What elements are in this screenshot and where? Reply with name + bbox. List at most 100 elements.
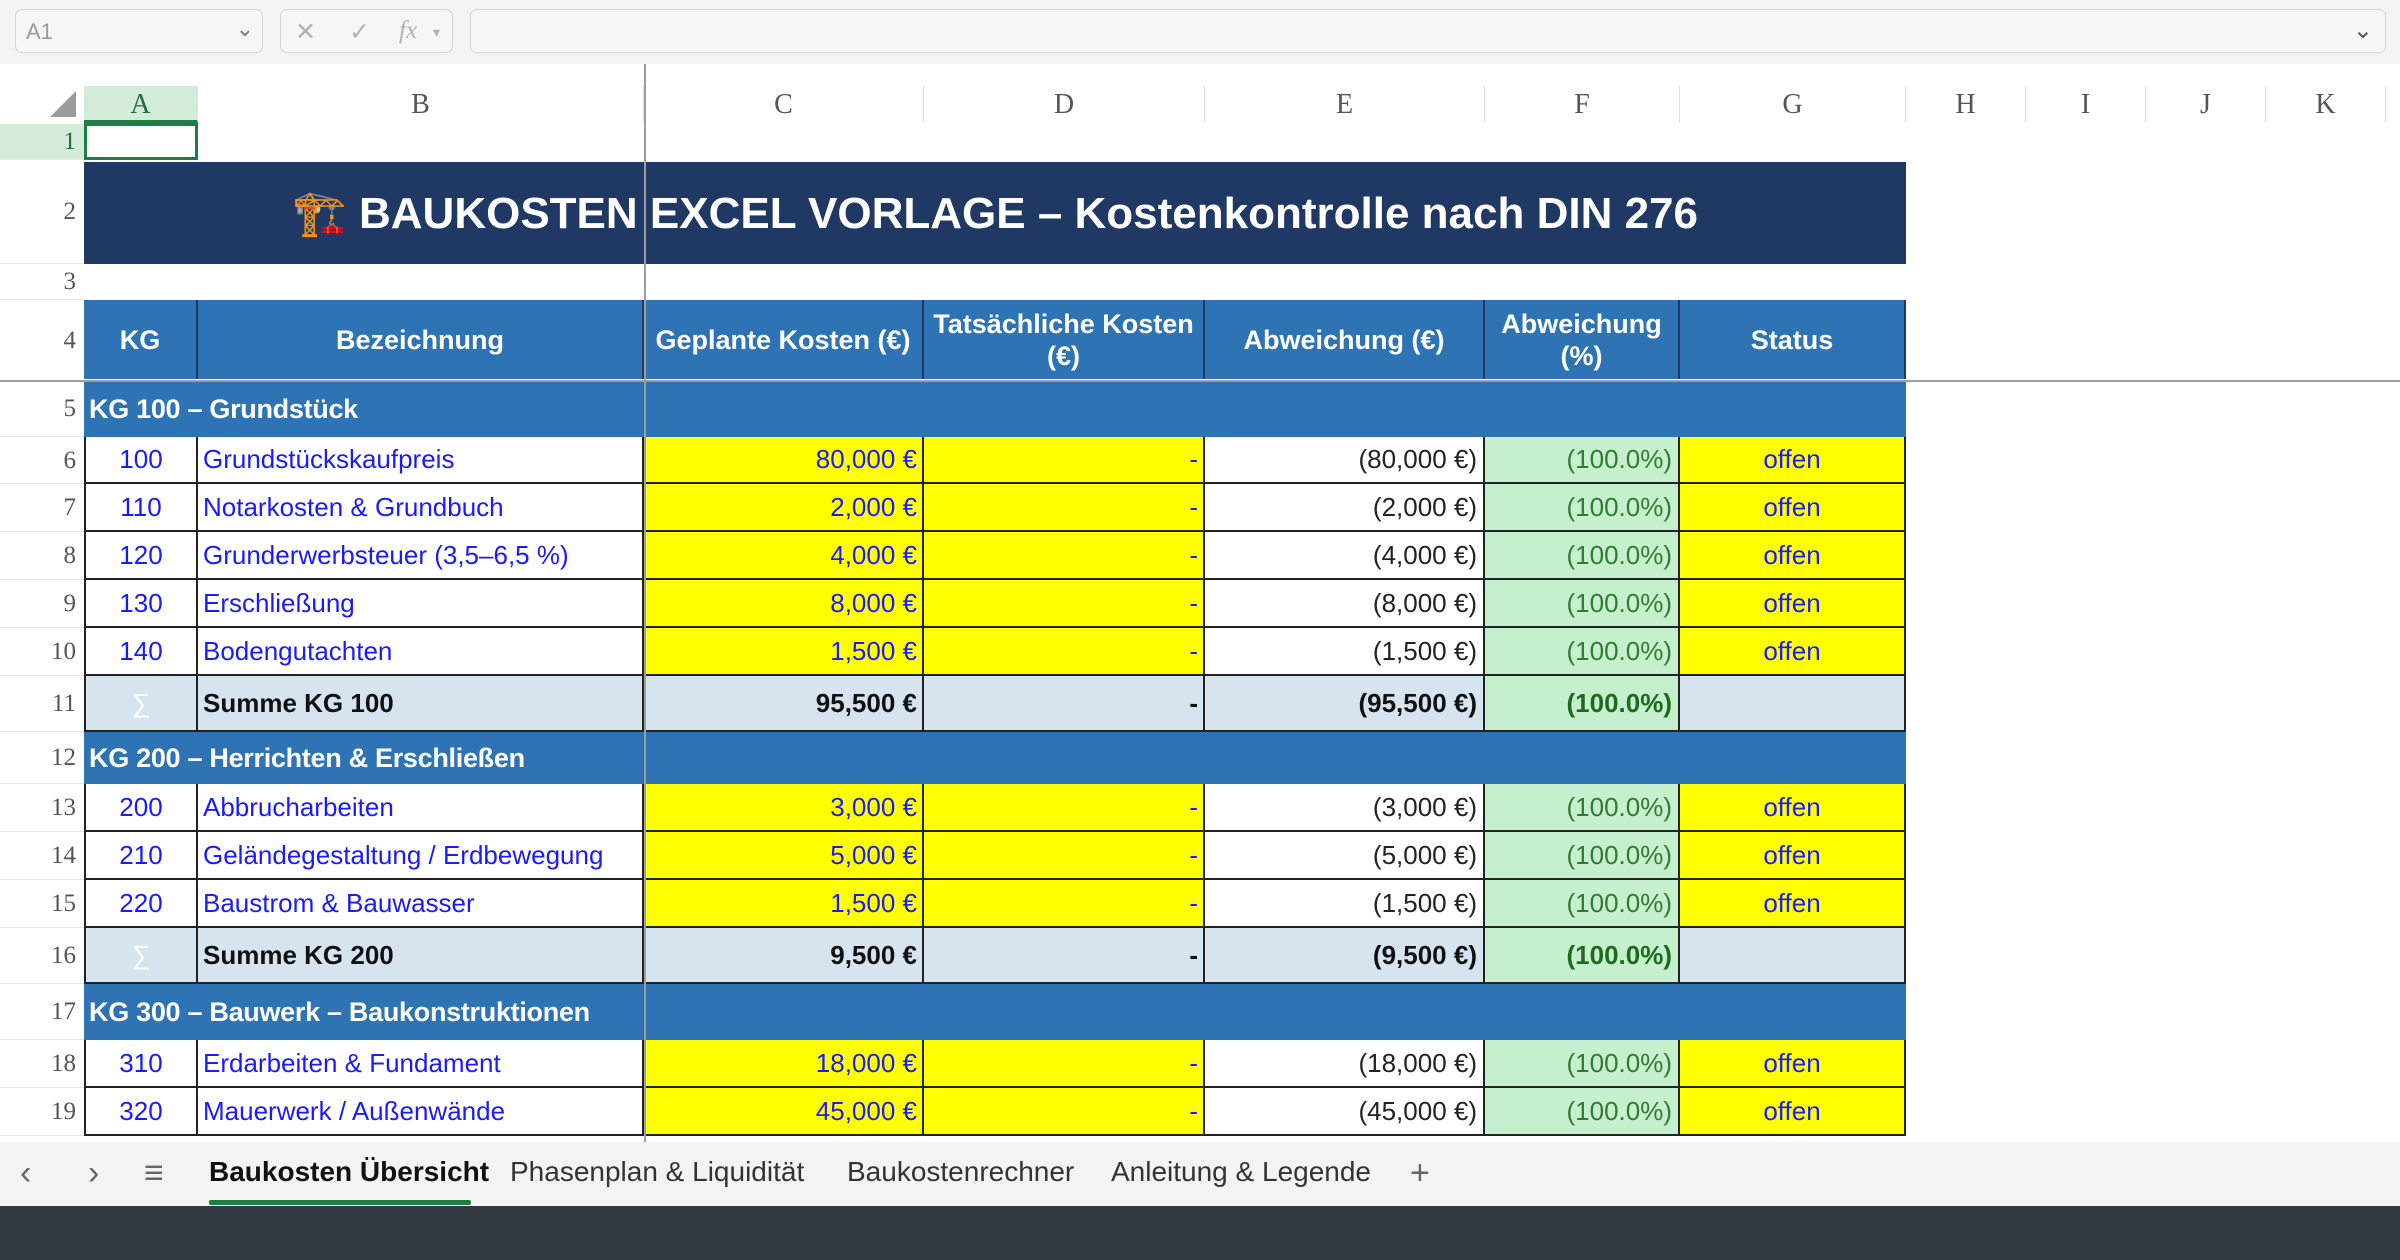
column-header-d[interactable]: D (924, 86, 1205, 123)
column-title-5: Abweichung (€) (1205, 300, 1485, 379)
status-cell[interactable]: offen (1680, 880, 1906, 928)
description-cell: Erschließung (198, 580, 644, 628)
chevron-left-icon[interactable]: ‹ (20, 1154, 31, 1193)
formula-input[interactable]: ⌄ (470, 9, 2386, 53)
column-header-k[interactable]: K (2266, 86, 2386, 123)
row-header-18[interactable]: 18 (0, 1040, 84, 1088)
actual-cost-input[interactable]: - (924, 1040, 1205, 1088)
status-cell[interactable]: offen (1680, 784, 1906, 832)
row-header-16[interactable]: 16 (0, 928, 84, 984)
row-header-10[interactable]: 10 (0, 628, 84, 676)
deviation-percent-cell: (100.0%) (1485, 437, 1680, 484)
deviation-percent-cell: (100.0%) (1485, 880, 1680, 928)
description-cell: Geländegestaltung / Erdbewegung (198, 832, 644, 880)
deviation-cell: (4,000 €) (1205, 532, 1485, 580)
status-cell[interactable]: offen (1680, 1040, 1906, 1088)
row-header-6[interactable]: 6 (0, 437, 84, 484)
deviation-cell: (1,500 €) (1205, 628, 1485, 676)
planned-cost-input[interactable]: 45,000 € (644, 1088, 924, 1136)
status-cell[interactable]: offen (1680, 832, 1906, 880)
status-cell[interactable]: offen (1680, 1088, 1906, 1136)
column-title-7: Status (1680, 300, 1906, 379)
column-header-f[interactable]: F (1485, 86, 1680, 123)
tab-baukosten-uebersicht[interactable]: Baukosten Übersicht (209, 1156, 489, 1188)
actual-cost-input[interactable]: - (924, 832, 1205, 880)
actual-cost-input[interactable]: - (924, 437, 1205, 484)
status-cell[interactable]: offen (1680, 437, 1906, 484)
planned-cost-input[interactable]: 2,000 € (644, 484, 924, 532)
actual-cost-input[interactable]: - (924, 628, 1205, 676)
column-header-a[interactable]: A (84, 86, 198, 123)
row-header-13[interactable]: 13 (0, 784, 84, 832)
cost-group-cell: 210 (84, 832, 198, 880)
expand-formula-icon[interactable]: ⌄ (2353, 16, 2373, 45)
actual-cost-input[interactable]: - (924, 880, 1205, 928)
function-dropdown-icon[interactable]: ▾ (433, 24, 440, 41)
description-cell: Mauerwerk / Außenwände (198, 1088, 644, 1136)
row-header-17[interactable]: 17 (0, 984, 84, 1040)
row-header-3[interactable]: 3 (0, 264, 84, 300)
function-icon[interactable]: fx (399, 17, 417, 45)
row-header-12[interactable]: 12 (0, 732, 84, 784)
planned-cost-input[interactable]: 18,000 € (644, 1040, 924, 1088)
row-header-2[interactable]: 2 (0, 160, 84, 264)
row-header-4[interactable]: 4 (0, 300, 84, 381)
column-header-g[interactable]: G (1680, 86, 1906, 123)
deviation-cell: (2,000 €) (1205, 484, 1485, 532)
row-header-1[interactable]: 1 (0, 124, 84, 160)
sheet-list-icon[interactable]: ≡ (144, 1154, 164, 1193)
status-cell[interactable]: offen (1680, 484, 1906, 532)
sheet-tab-bar: ‹ › ≡ Baukosten Übersicht Phasenplan & L… (0, 1142, 2400, 1206)
cancel-icon[interactable]: ✕ (295, 17, 316, 47)
planned-cost-input[interactable]: 1,500 € (644, 628, 924, 676)
chevron-down-icon[interactable]: ⌄ (236, 16, 254, 42)
row-header-5[interactable]: 5 (0, 381, 84, 437)
row-header-15[interactable]: 15 (0, 880, 84, 928)
actual-cost-input[interactable]: - (924, 1088, 1205, 1136)
tab-anleitung[interactable]: Anleitung & Legende (1111, 1156, 1371, 1188)
row-header-8[interactable]: 8 (0, 532, 84, 580)
column-header-b[interactable]: B (198, 86, 644, 123)
row-header-11[interactable]: 11 (0, 676, 84, 732)
status-cell[interactable]: offen (1680, 628, 1906, 676)
frozen-pane-divider-vertical[interactable] (644, 64, 646, 1142)
row-header-14[interactable]: 14 (0, 832, 84, 880)
confirm-icon[interactable]: ✓ (349, 17, 370, 47)
tab-phasenplan[interactable]: Phasenplan & Liquidität (510, 1156, 804, 1188)
row-header-19[interactable]: 19 (0, 1088, 84, 1136)
column-title-3: Geplante Kosten (€) (644, 300, 924, 379)
planned-cost-input[interactable]: 4,000 € (644, 532, 924, 580)
sum-icon: ∑ (84, 676, 198, 732)
sum-deviation-percent: (100.0%) (1485, 676, 1680, 732)
status-cell[interactable]: offen (1680, 580, 1906, 628)
actual-cost-input[interactable]: - (924, 532, 1205, 580)
planned-cost-input[interactable]: 3,000 € (644, 784, 924, 832)
select-all-corner[interactable] (50, 91, 76, 117)
add-sheet-icon[interactable]: + (1410, 1154, 1430, 1193)
actual-cost-input[interactable]: - (924, 484, 1205, 532)
column-header-j[interactable]: J (2146, 86, 2266, 123)
column-header-h[interactable]: H (1906, 86, 2026, 123)
planned-cost-input[interactable]: 80,000 € (644, 437, 924, 484)
column-header-c[interactable]: C (644, 86, 924, 123)
cost-group-cell: 100 (84, 437, 198, 484)
column-header-e[interactable]: E (1205, 86, 1485, 123)
column-header-i[interactable]: I (2026, 86, 2146, 123)
row-header-7[interactable]: 7 (0, 484, 84, 532)
actual-cost-input[interactable]: - (924, 580, 1205, 628)
name-box[interactable]: A1 ⌄ (15, 9, 263, 53)
spreadsheet-grid[interactable]: ABCDEFGHIJK 1 2 3 4 5 6 7 8 9 10 11 12 13 14 15 16 17 18 1… (0, 64, 2400, 1142)
actual-cost-input[interactable]: - (924, 784, 1205, 832)
planned-cost-input[interactable]: 5,000 € (644, 832, 924, 880)
active-cell-a1[interactable] (84, 123, 198, 160)
planned-cost-input[interactable]: 8,000 € (644, 580, 924, 628)
tab-baukostenrechner[interactable]: Baukostenrechner (847, 1156, 1074, 1188)
chevron-right-icon[interactable]: › (88, 1154, 99, 1193)
formula-actions: ✕ ✓ fx ▾ (280, 9, 453, 53)
formula-bar: A1 ⌄ ✕ ✓ fx ▾ ⌄ (0, 0, 2400, 64)
frozen-pane-divider-horizontal[interactable] (0, 380, 2400, 382)
row-header-9[interactable]: 9 (0, 580, 84, 628)
planned-cost-input[interactable]: 1,500 € (644, 880, 924, 928)
sum-actual: - (924, 928, 1205, 984)
status-cell[interactable]: offen (1680, 532, 1906, 580)
